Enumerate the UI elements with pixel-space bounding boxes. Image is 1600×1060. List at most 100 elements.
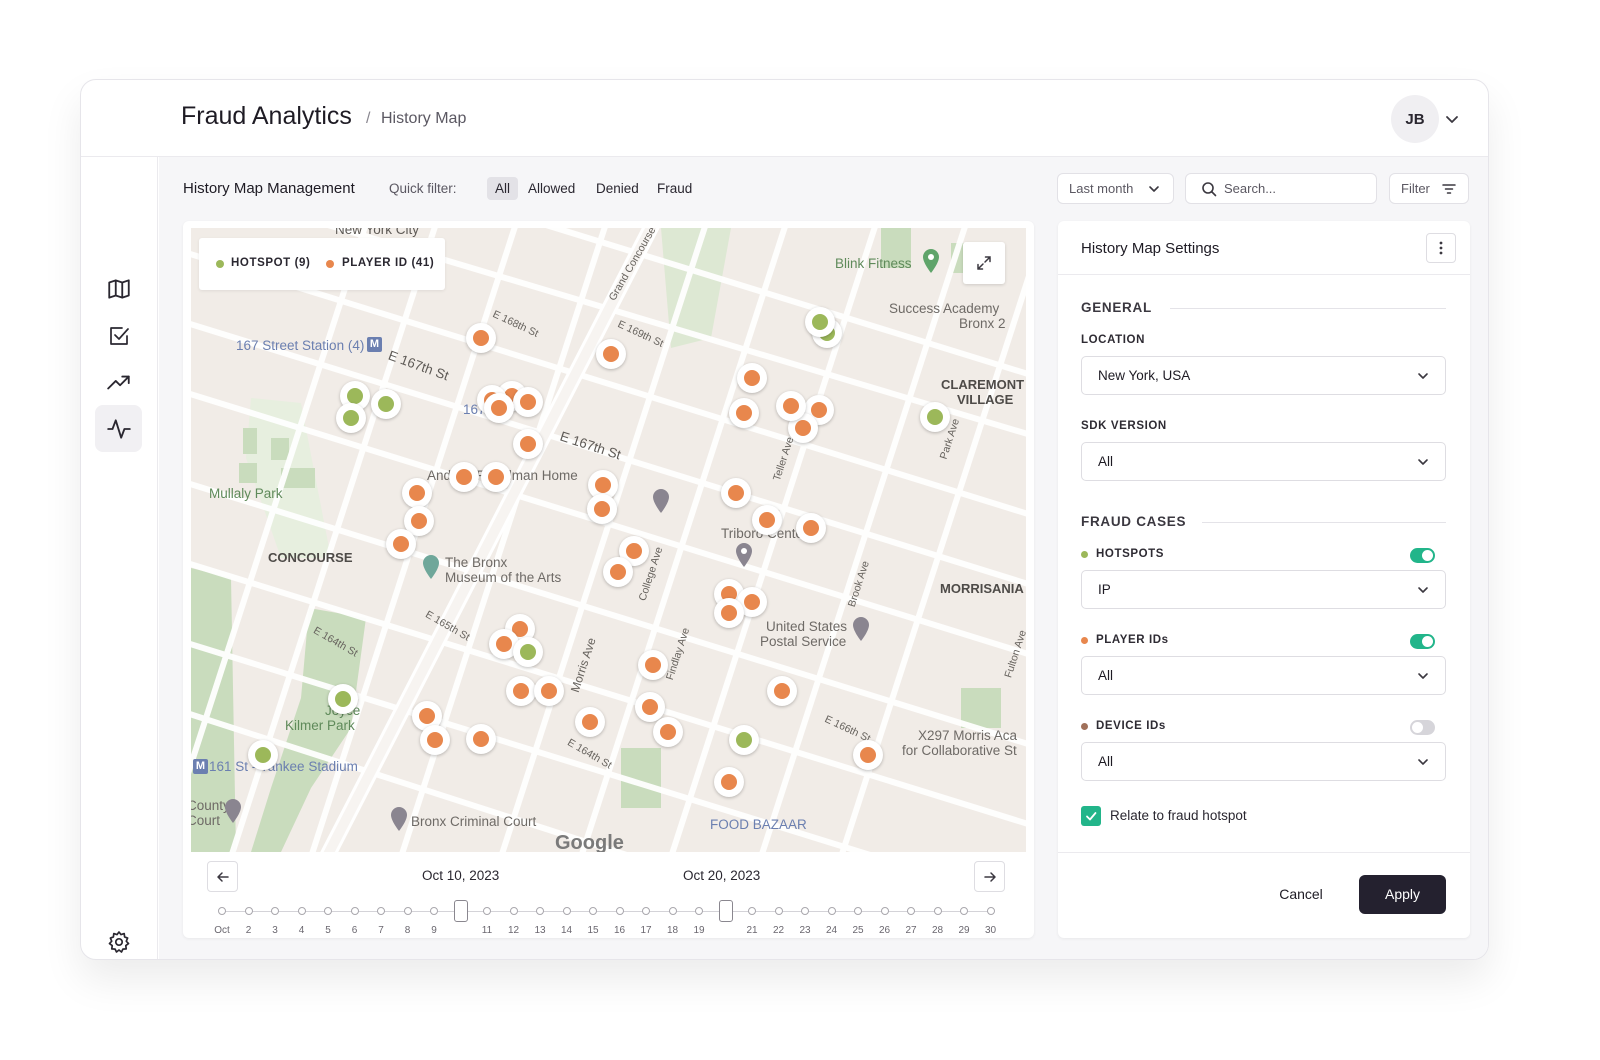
player-id-marker[interactable] (714, 767, 744, 797)
timeline-day-dot[interactable] (377, 907, 385, 915)
cancel-button[interactable]: Cancel (1261, 875, 1341, 914)
timeline-day-dot[interactable] (483, 907, 491, 915)
hotspot-marker[interactable] (328, 684, 358, 714)
timeline-day-dot[interactable] (907, 907, 915, 915)
player-id-marker[interactable] (638, 650, 668, 680)
player-id-marker[interactable] (853, 740, 883, 770)
hotspot-marker[interactable] (248, 740, 278, 770)
player-id-marker[interactable] (506, 676, 536, 706)
timeline-day-dot[interactable] (986, 907, 995, 915)
timeline-day-dot[interactable] (642, 907, 650, 915)
apply-button[interactable]: Apply (1359, 875, 1446, 914)
avatar[interactable]: JB (1391, 95, 1439, 143)
player-id-marker[interactable] (449, 462, 479, 492)
history-map[interactable]: New York City 167 Street Station (4) 167… (191, 228, 1026, 852)
player-id-marker[interactable] (481, 462, 511, 492)
player-id-marker[interactable] (534, 676, 564, 706)
player-id-marker[interactable] (752, 505, 782, 535)
timeline-day-dot[interactable] (562, 907, 571, 915)
player-id-marker[interactable] (386, 529, 416, 559)
timeline-day-dot[interactable] (509, 907, 518, 915)
timeline-day-dot[interactable] (854, 907, 862, 915)
timeline-day-dot[interactable] (668, 907, 677, 915)
relate-hotspot-label[interactable]: Relate to fraud hotspot (1110, 808, 1247, 823)
timeline-day-dot[interactable] (324, 907, 332, 915)
timeline-day-dot[interactable] (350, 907, 359, 915)
player-id-marker[interactable] (466, 323, 496, 353)
hotspot-marker[interactable] (729, 725, 759, 755)
player-id-marker[interactable] (513, 387, 543, 417)
timeline-day-dot[interactable] (880, 907, 889, 915)
player-id-marker[interactable] (484, 393, 514, 423)
sidebar-item-settings[interactable] (95, 918, 142, 959)
player-id-marker[interactable] (587, 494, 617, 524)
quick-filter-allowed[interactable]: Allowed (520, 177, 583, 200)
timeline-day-dot[interactable] (695, 907, 703, 915)
player-id-marker[interactable] (513, 429, 543, 459)
sidebar-item-trends[interactable] (95, 358, 142, 405)
device-ids-toggle[interactable] (1410, 720, 1435, 735)
more-options-button[interactable] (1426, 233, 1456, 263)
sidebar-item-activity[interactable] (95, 405, 142, 452)
player-id-marker[interactable] (575, 707, 605, 737)
hotspot-marker[interactable] (805, 307, 835, 337)
timeline-day-dot[interactable] (536, 907, 544, 915)
timeline-prev-button[interactable] (207, 861, 238, 892)
timeline-day-label: 5 (325, 925, 331, 936)
range-handle[interactable] (718, 900, 733, 922)
sdk-version-select[interactable]: All (1081, 442, 1446, 481)
breadcrumb[interactable]: History Map (381, 110, 466, 128)
device-ids-select[interactable]: All (1081, 742, 1446, 781)
chevron-down-icon[interactable] (1443, 110, 1461, 128)
timeline-day-dot[interactable] (218, 907, 226, 915)
timeline-day-dot[interactable] (748, 907, 756, 915)
hotspot-marker[interactable] (920, 402, 950, 432)
player-id-marker[interactable] (466, 724, 496, 754)
filter-button[interactable]: Filter (1389, 173, 1469, 204)
timeline-next-button[interactable] (974, 861, 1005, 892)
quick-filter-all[interactable]: All (487, 177, 519, 200)
timeline-day-dot[interactable] (801, 907, 809, 915)
fullscreen-button[interactable] (963, 242, 1005, 284)
timeline-day-dot[interactable] (589, 907, 597, 915)
hotspot-marker[interactable] (513, 637, 543, 667)
timeline-day-dot[interactable] (430, 907, 438, 915)
location-select[interactable]: New York, USA (1081, 356, 1446, 395)
date-range-value: Last month (1069, 181, 1134, 196)
timeline-day-dot[interactable] (615, 907, 624, 915)
hotspots-select[interactable]: IP (1081, 570, 1446, 609)
timeline-day-dot[interactable] (827, 907, 836, 915)
player-ids-select[interactable]: All (1081, 656, 1446, 695)
hotspot-marker[interactable] (371, 389, 401, 419)
search-input[interactable]: Search... (1185, 173, 1377, 204)
player-id-marker[interactable] (796, 513, 826, 543)
timeline-day-dot[interactable] (960, 907, 968, 915)
hotspot-marker[interactable] (336, 403, 366, 433)
quick-filter-denied[interactable]: Denied (588, 177, 647, 200)
sidebar-item-map[interactable] (95, 265, 142, 312)
range-handle[interactable] (453, 900, 468, 922)
timeline-day-dot[interactable] (271, 907, 279, 915)
player-id-marker[interactable] (402, 478, 432, 508)
player-id-marker[interactable] (714, 598, 744, 628)
player-id-marker[interactable] (721, 478, 751, 508)
timeline-day-dot[interactable] (297, 907, 306, 915)
player-id-marker[interactable] (776, 391, 806, 421)
relate-hotspot-checkbox[interactable] (1081, 806, 1101, 826)
player-id-marker[interactable] (603, 557, 633, 587)
player-id-marker[interactable] (420, 725, 450, 755)
player-id-marker[interactable] (767, 676, 797, 706)
timeline-day-dot[interactable] (244, 907, 253, 915)
timeline-day-dot[interactable] (933, 907, 942, 915)
timeline-day-dot[interactable] (774, 907, 783, 915)
quick-filter-fraud[interactable]: Fraud (649, 177, 700, 200)
player-id-marker[interactable] (729, 398, 759, 428)
player-id-marker[interactable] (737, 363, 767, 393)
hotspots-toggle[interactable] (1410, 548, 1435, 563)
date-range-select[interactable]: Last month (1057, 173, 1174, 204)
player-id-marker[interactable] (653, 717, 683, 747)
player-id-marker[interactable] (596, 339, 626, 369)
timeline-day-dot[interactable] (403, 907, 412, 915)
sidebar-item-tasks[interactable] (95, 312, 142, 359)
player-ids-toggle[interactable] (1410, 634, 1435, 649)
